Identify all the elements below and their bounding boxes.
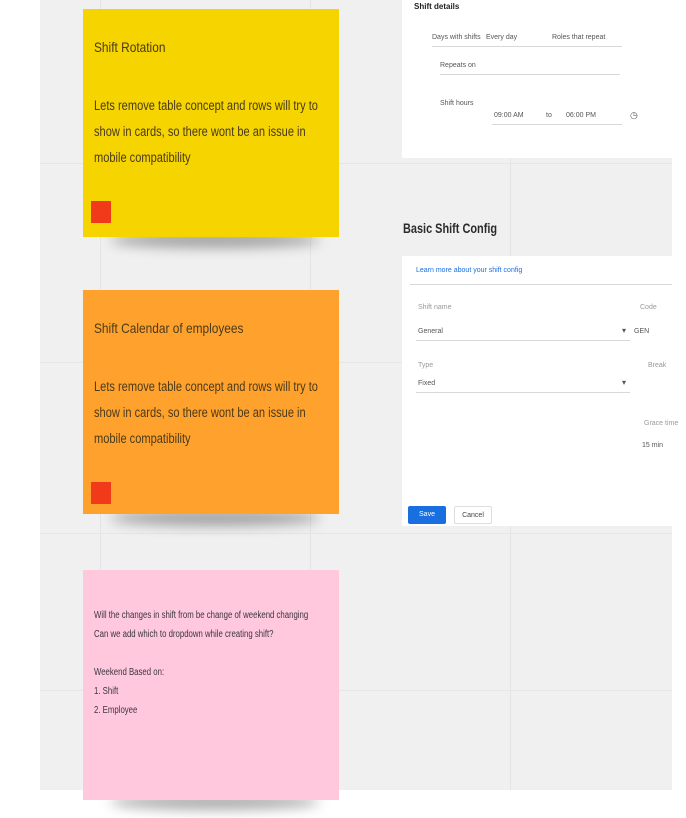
sticky-title: Shift Rotation [94,39,166,55]
field-underline [416,392,630,393]
panel-title: Shift details [414,2,460,11]
save-button[interactable]: Save [408,506,446,524]
sticky-line: 1. Shift [94,686,119,697]
field-label: Shift hours [440,100,474,107]
learn-more-link[interactable]: Learn more about your shift config [416,267,522,274]
red-tag-icon [91,201,111,223]
field-underline [492,124,622,125]
chevron-down-icon[interactable]: ▾ [622,378,626,387]
roles-select[interactable]: Roles that repeat [552,34,605,41]
shift-config-panel: Learn more about your shift config Shift… [402,256,678,526]
cancel-button[interactable]: Cancel [454,506,492,524]
field-label: Type [418,362,434,369]
field-label: Days with shifts [432,34,481,41]
sticky-body: Lets remove table concept and rows will … [94,379,318,446]
sticky-note-shift-rotation[interactable]: Shift Rotation Lets remove table concept… [83,9,339,237]
sticky-note-shift-calendar[interactable]: Shift Calendar of employees Lets remove … [83,290,339,514]
shift-details-panel: Shift details Days with shifts Every day… [402,0,672,158]
sticky-line: Will the changes in shift from be change… [94,610,309,621]
divider [410,284,672,285]
sticky-note-questions[interactable]: Will the changes in shift from be change… [83,570,339,800]
shift-name-input[interactable]: General [418,328,443,335]
end-time-input[interactable]: 06:00 PM [566,112,596,119]
section-heading: Basic Shift Config [403,220,498,236]
sticky-line: Weekend Based on: [94,667,165,678]
field-label: Code [640,304,657,311]
start-time-input[interactable]: 09:00 AM [494,112,524,119]
sticky-body: Lets remove table concept and rows will … [94,98,318,165]
days-select[interactable]: Every day [486,34,517,41]
field-underline [432,46,622,47]
field-label: Grace time [644,420,679,427]
sticky-body: Will the changes in shift from be change… [94,606,328,720]
field-label: Break [648,362,667,369]
field-underline [440,74,620,75]
time-separator: to [546,112,552,119]
sticky-line: Can we add which to dropdown while creat… [94,629,274,640]
chevron-down-icon[interactable]: ▾ [622,326,626,335]
type-select[interactable]: Fixed [418,380,435,387]
grid-line [40,533,672,534]
sticky-line: 2. Employee [94,705,138,716]
clock-icon[interactable]: ◷ [630,110,638,121]
field-label: Repeats on [440,62,476,69]
red-tag-icon [91,482,111,504]
code-input[interactable]: GEN [634,328,649,335]
field-label: Shift name [418,304,452,311]
sticky-title: Shift Calendar of employees [94,320,244,336]
field-underline [416,340,630,341]
grace-time-input[interactable]: 15 min [642,442,663,449]
sticky-line [94,644,328,663]
